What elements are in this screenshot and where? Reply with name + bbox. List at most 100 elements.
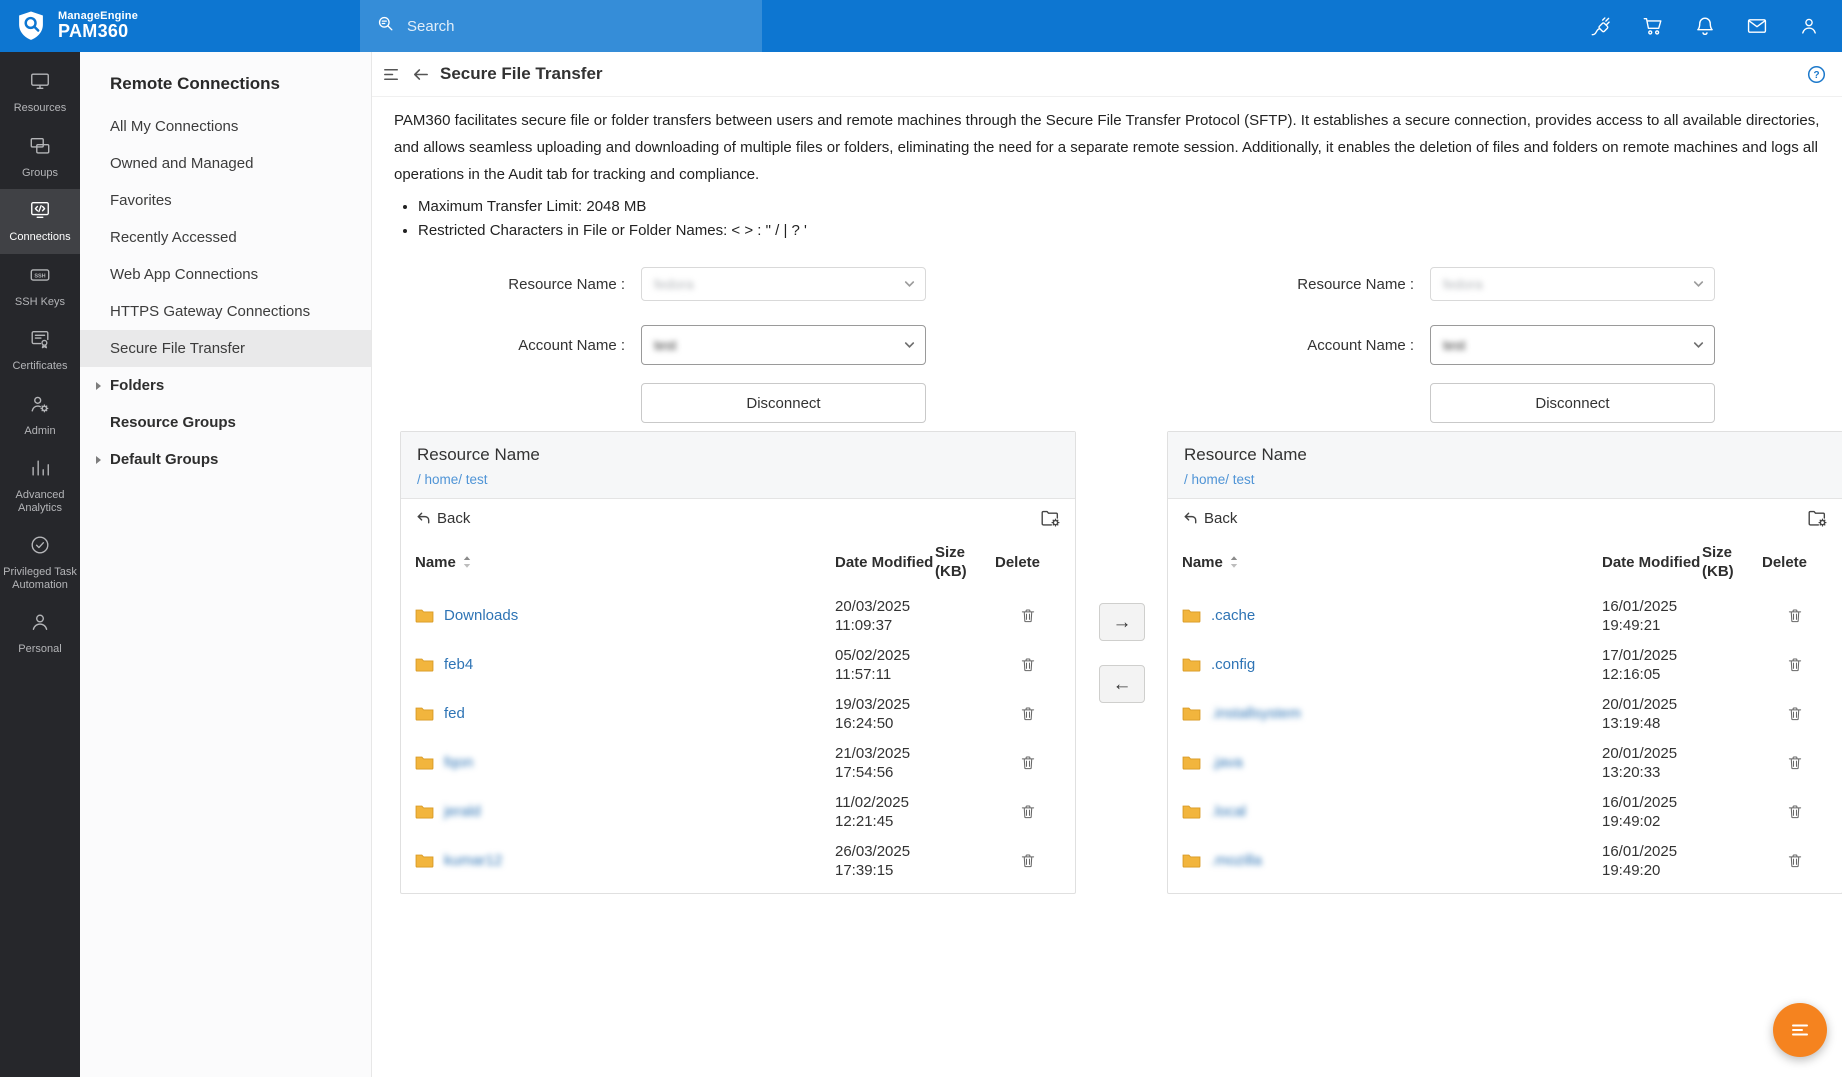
- file-link[interactable]: .mozilla: [1211, 852, 1262, 869]
- topbar-icon-button[interactable]: [1642, 15, 1664, 37]
- column-header-name[interactable]: Name: [415, 554, 835, 571]
- trash-icon[interactable]: [1786, 607, 1804, 625]
- date-modified: 05/02/2025 11:57:11: [835, 646, 935, 684]
- back-button[interactable]: Back: [1182, 510, 1237, 527]
- file-link[interactable]: .config: [1211, 656, 1255, 673]
- trash-icon[interactable]: [1786, 754, 1804, 772]
- topbar-icon-button[interactable]: [1746, 15, 1768, 37]
- search-input[interactable]: [405, 17, 746, 36]
- topbar: ManageEngine PAM360: [0, 0, 1842, 52]
- help-icon[interactable]: ?: [1807, 65, 1826, 84]
- folder-icon: [415, 755, 434, 770]
- date-modified: 16/01/2025 19:49:02: [1602, 793, 1702, 831]
- sidebar-item-connections[interactable]: Connections: [0, 189, 80, 254]
- file-row: fqon 21/03/2025 17:54:56: [401, 738, 1075, 787]
- brand-pam360: PAM360: [58, 22, 138, 41]
- topbar-icon-button[interactable]: [1694, 15, 1716, 37]
- left-file-browser: Resource Name / home/ test Back: [400, 431, 1076, 894]
- connection-forms: Resource Name : fedora Account Name : te…: [372, 267, 1842, 417]
- column-header-name[interactable]: Name: [1182, 554, 1602, 571]
- chevron-down-icon: [902, 338, 917, 353]
- resource-name-select[interactable]: fedora: [641, 267, 926, 301]
- file-link[interactable]: fqon: [444, 754, 473, 771]
- subnav-item-resource-groups[interactable]: Resource Groups: [80, 404, 371, 441]
- trash-icon[interactable]: [1019, 803, 1037, 821]
- trash-icon[interactable]: [1019, 607, 1037, 625]
- sidebar-item-groups[interactable]: Groups: [0, 125, 80, 190]
- right-connection-form: Resource Name : fedora Account Name : te…: [1161, 267, 1715, 423]
- disconnect-button[interactable]: Disconnect: [1430, 383, 1715, 423]
- file-link[interactable]: feb4: [444, 656, 473, 673]
- back-arrow-icon[interactable]: [411, 65, 430, 84]
- admin-icon: [29, 393, 51, 420]
- main-content: Secure File Transfer ? PAM360 facilitate…: [372, 52, 1842, 1077]
- sidebar-item-privileged-task-automation[interactable]: Privileged Task Automation: [0, 524, 80, 601]
- date-modified: 11/02/2025 12:21:45: [835, 793, 935, 831]
- subnav-item-owned-and-managed[interactable]: Owned and Managed: [80, 145, 371, 182]
- subnav-item-favorites[interactable]: Favorites: [80, 182, 371, 219]
- sidebar-item-personal[interactable]: Personal: [0, 601, 80, 666]
- column-header-delete: Delete: [1762, 553, 1828, 572]
- collapse-menu-icon[interactable]: [382, 65, 401, 84]
- file-link[interactable]: jerald: [444, 803, 481, 820]
- trash-icon[interactable]: [1019, 754, 1037, 772]
- resources-icon: [29, 70, 51, 97]
- trash-icon[interactable]: [1019, 705, 1037, 723]
- file-link[interactable]: Downloads: [444, 607, 518, 624]
- date-modified: 26/03/2025 17:39:15: [835, 842, 935, 880]
- resource-name-select[interactable]: fedora: [1430, 267, 1715, 301]
- date-modified: 21/03/2025 17:54:56: [835, 744, 935, 782]
- file-link[interactable]: .installsystem: [1211, 705, 1301, 722]
- account-name-select[interactable]: test: [641, 325, 926, 365]
- file-row: .mozilla 16/01/2025 19:49:20: [1168, 836, 1842, 885]
- folder-icon: [415, 853, 434, 868]
- automation-icon: [29, 534, 51, 561]
- move-left-button[interactable]: ←: [1099, 665, 1145, 703]
- file-link[interactable]: .local: [1211, 803, 1246, 820]
- subnav-item-folders[interactable]: Folders: [80, 367, 371, 404]
- back-button[interactable]: Back: [415, 510, 470, 527]
- subnav-item-web-app-connections[interactable]: Web App Connections: [80, 256, 371, 293]
- sidebar-item-advanced-analytics[interactable]: Advanced Analytics: [0, 447, 80, 524]
- date-modified: 16/01/2025 19:49:21: [1602, 597, 1702, 635]
- subnav-item-all-my-connections[interactable]: All My Connections: [80, 108, 371, 145]
- file-link[interactable]: .java: [1211, 754, 1243, 771]
- subnav-item-default-groups[interactable]: Default Groups: [80, 441, 371, 478]
- remote-connections-subnav: Remote Connections All My Connections Ow…: [80, 52, 372, 1077]
- trash-icon[interactable]: [1786, 656, 1804, 674]
- folder-settings-icon[interactable]: [1806, 507, 1828, 529]
- file-row: .cache 16/01/2025 19:49:21: [1168, 591, 1842, 640]
- trash-icon[interactable]: [1019, 852, 1037, 870]
- sidebar-item-admin[interactable]: Admin: [0, 383, 80, 448]
- trash-icon[interactable]: [1019, 656, 1037, 674]
- file-row: .local 16/01/2025 19:49:02: [1168, 787, 1842, 836]
- subnav-item-secure-file-transfer[interactable]: Secure File Transfer: [80, 330, 371, 367]
- subnav-item-recently-accessed[interactable]: Recently Accessed: [80, 219, 371, 256]
- subnav-item-https-gateway-connections[interactable]: HTTPS Gateway Connections: [80, 293, 371, 330]
- folder-settings-icon[interactable]: [1039, 507, 1061, 529]
- trash-icon[interactable]: [1786, 705, 1804, 723]
- file-link[interactable]: .cache: [1211, 607, 1255, 624]
- move-right-button[interactable]: →: [1099, 603, 1145, 641]
- user-icon: [1798, 15, 1820, 37]
- date-modified: 19/03/2025 16:24:50: [835, 695, 935, 733]
- chevron-down-icon: [902, 277, 917, 292]
- topbar-icon-button[interactable]: [1798, 15, 1820, 37]
- page-description: PAM360 facilitates secure file or folder…: [394, 107, 1828, 188]
- file-link[interactable]: kumar12: [444, 852, 502, 869]
- trash-icon[interactable]: [1786, 803, 1804, 821]
- fab-menu-button[interactable]: [1773, 1003, 1827, 1057]
- bullet-item: Maximum Transfer Limit: 2048 MB: [418, 195, 1842, 219]
- sidebar-item-certificates[interactable]: Certificates: [0, 318, 80, 383]
- file-browsers: Resource Name / home/ test Back: [400, 431, 1842, 901]
- account-name-select[interactable]: test: [1430, 325, 1715, 365]
- topbar-icon-button[interactable]: [1590, 15, 1612, 37]
- breadcrumb-path[interactable]: / home/ test: [1184, 472, 1826, 487]
- file-link[interactable]: fed: [444, 705, 465, 722]
- date-modified: 17/01/2025 12:16:05: [1602, 646, 1702, 684]
- trash-icon[interactable]: [1786, 852, 1804, 870]
- breadcrumb-path[interactable]: / home/ test: [417, 472, 1059, 487]
- disconnect-button[interactable]: Disconnect: [641, 383, 926, 423]
- sidebar-item-resources[interactable]: Resources: [0, 60, 80, 125]
- sidebar-item-ssh-keys[interactable]: SSH SSH Keys: [0, 254, 80, 319]
